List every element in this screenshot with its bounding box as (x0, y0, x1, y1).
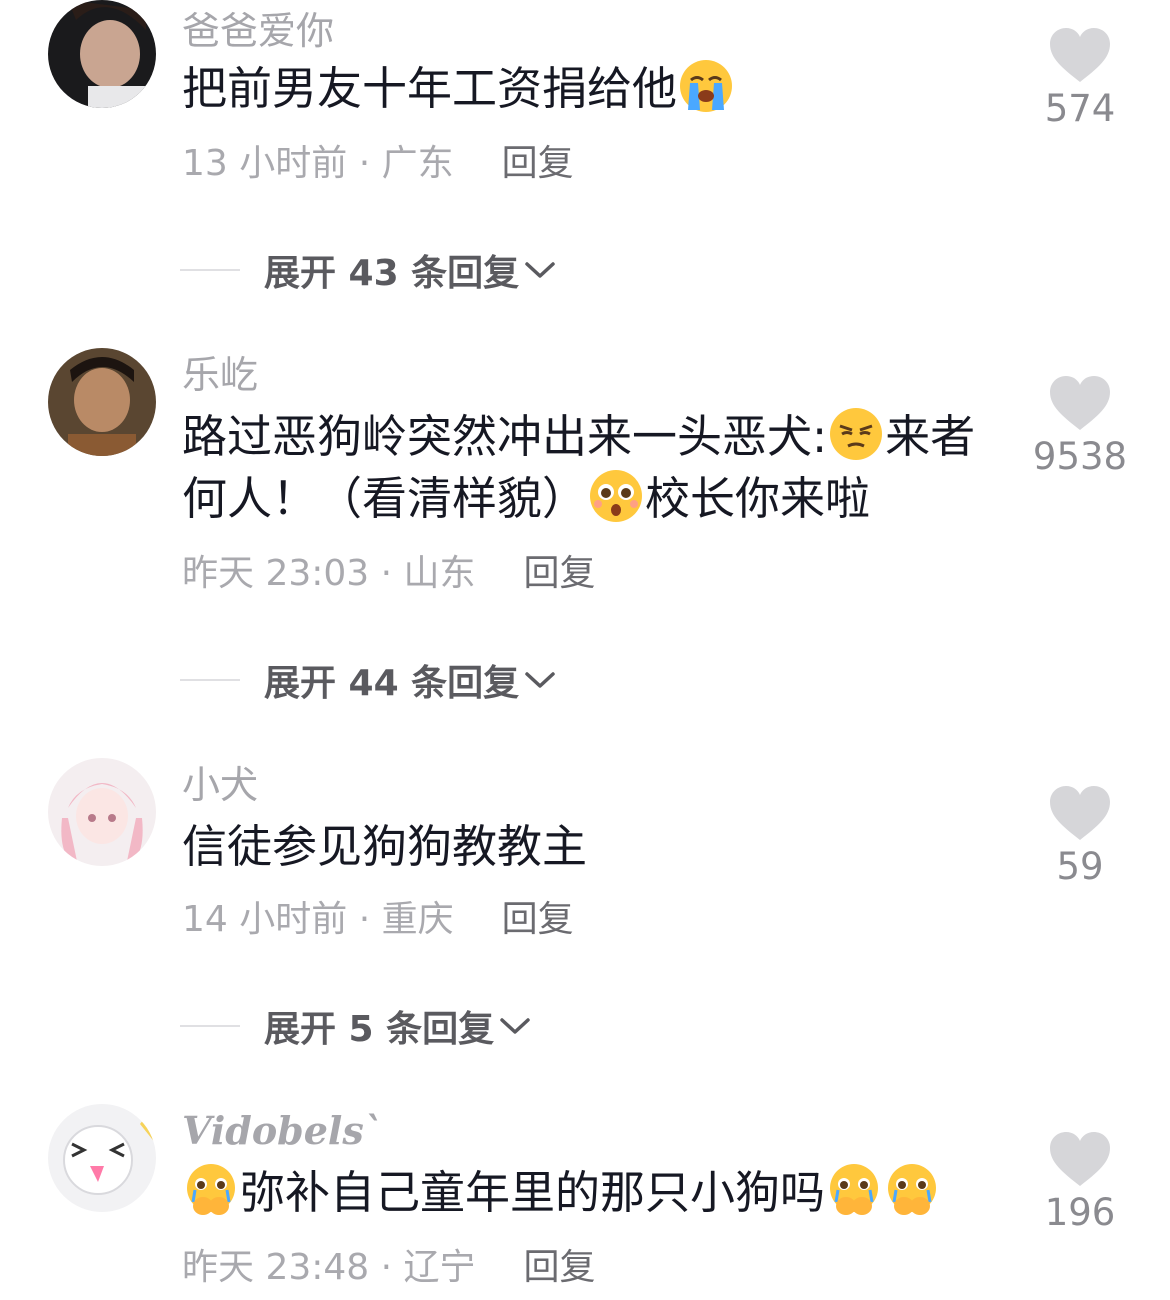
reply-button[interactable]: 回复 (524, 1247, 596, 1288)
comment-text: 路过恶狗岭突然冲出来一头恶犬: 来者 何人！（看清样貌） 校长你来啦 (182, 406, 1022, 530)
expand-replies-button[interactable]: 展开 5 条回复 (180, 1006, 532, 1050)
like-button[interactable]: 574 (1020, 26, 1140, 127)
avatar[interactable] (48, 1104, 156, 1212)
reply-button[interactable]: 回复 (502, 143, 574, 184)
like-count: 9538 (1032, 435, 1128, 478)
heart-icon (1048, 784, 1112, 842)
like-count: 574 (1044, 87, 1116, 130)
teary-hands-over-mouth-emoji (830, 1164, 879, 1215)
heart-icon (1048, 26, 1112, 84)
smug-face-emoji (830, 408, 883, 460)
expand-replies-button[interactable]: 展开 43 条回复 (180, 250, 557, 294)
comment-username[interactable]: Vidobels` (182, 1112, 383, 1150)
divider (180, 269, 240, 271)
reply-button[interactable]: 回复 (524, 553, 596, 594)
comment-time: 13 小时前 · 广东 (182, 143, 454, 184)
heart-icon (1048, 374, 1112, 432)
chevron-down-icon (523, 256, 557, 284)
divider (180, 1025, 240, 1027)
expand-replies-button[interactable]: 展开 44 条回复 (180, 660, 557, 704)
comment-meta: 13 小时前 · 广东 回复 (182, 146, 574, 182)
reply-button[interactable]: 回复 (502, 899, 574, 940)
comment-meta: 昨天 23:48 · 辽宁 回复 (182, 1250, 596, 1286)
comment-time: 14 小时前 · 重庆 (182, 899, 454, 940)
like-count: 59 (1056, 845, 1104, 888)
teary-hands-over-mouth-emoji (888, 1164, 937, 1215)
expand-replies-label: 展开 5 条回复 (264, 1009, 495, 1050)
divider (180, 679, 240, 681)
comment-text: 信徒参见狗狗教教主 (182, 820, 588, 873)
comment-username[interactable]: 乐屹 (182, 356, 258, 394)
chevron-down-icon (523, 666, 557, 694)
comment-username[interactable]: 小犬 (182, 766, 258, 804)
heart-icon (1048, 1130, 1112, 1188)
like-button[interactable]: 9538 (1020, 374, 1140, 475)
comment-text: 弥补自己童年里的那只小狗吗 (182, 1162, 1022, 1224)
comment-time: 昨天 23:03 · 山东 (182, 553, 476, 594)
avatar[interactable] (48, 0, 156, 108)
chevron-down-icon (498, 1012, 532, 1040)
teary-hands-over-mouth-emoji (187, 1164, 235, 1215)
comment-time: 昨天 23:48 · 辽宁 (182, 1247, 476, 1288)
comment-meta: 昨天 23:03 · 山东 回复 (182, 556, 596, 592)
avatar[interactable] (48, 758, 156, 866)
like-button[interactable]: 59 (1020, 784, 1140, 885)
like-count: 196 (1044, 1191, 1116, 1234)
shocked-face-emoji (590, 470, 643, 522)
like-button[interactable]: 196 (1020, 1130, 1140, 1231)
avatar[interactable] (48, 348, 156, 456)
loudly-crying-emoji (680, 60, 733, 112)
comment-username[interactable]: 爸爸爱你 (182, 12, 334, 50)
comment-text: 把前男友十年工资捐给他 (182, 58, 1022, 120)
comment-meta: 14 小时前 · 重庆 回复 (182, 902, 574, 938)
expand-replies-label: 展开 43 条回复 (264, 253, 520, 294)
expand-replies-label: 展开 44 条回复 (264, 663, 520, 704)
